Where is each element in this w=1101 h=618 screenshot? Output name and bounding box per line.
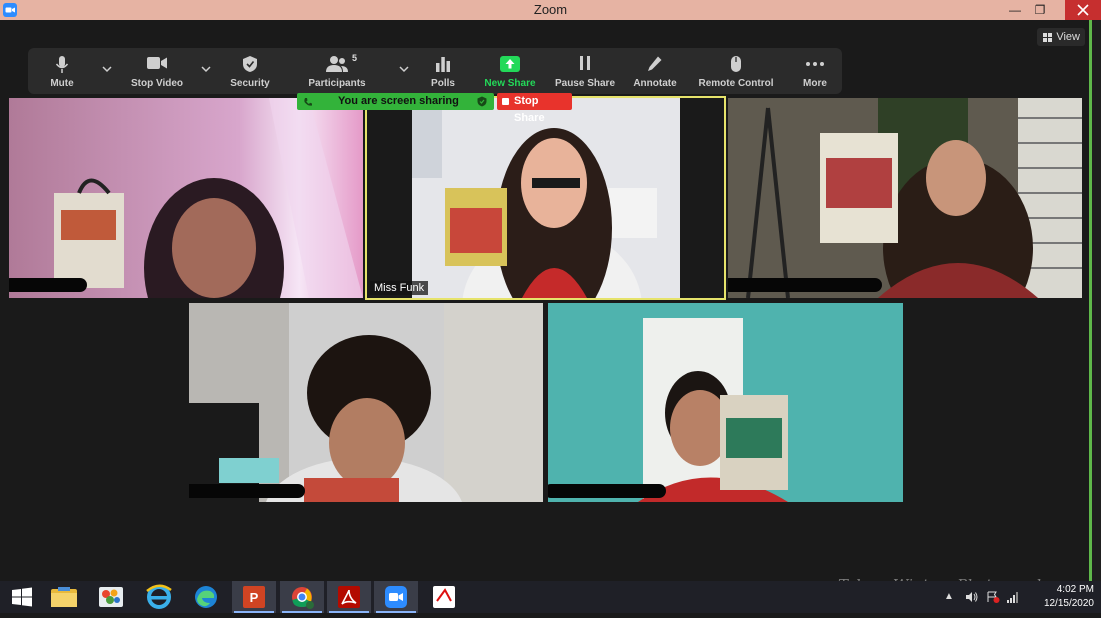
view-button[interactable]: View [1037, 28, 1085, 46]
stop-video-button[interactable]: Stop Video [122, 48, 192, 94]
chrome-icon [292, 587, 314, 609]
participant-video-tile[interactable] [728, 98, 1082, 298]
svg-text:P: P [250, 590, 259, 605]
stop-icon [502, 98, 509, 105]
redacted-name [728, 278, 882, 292]
network-signal-icon[interactable] [1006, 591, 1018, 606]
pencil-icon [648, 56, 662, 71]
meeting-toolbar: Mute Stop Video Security Participants 5 … [28, 48, 842, 94]
window-title: Zoom [533, 2, 568, 17]
share-screen-icon [500, 56, 520, 72]
mouse-icon [731, 56, 741, 72]
stop-share-button[interactable]: Stop Share [497, 93, 572, 124]
shield-icon [243, 56, 257, 72]
restore-button[interactable]: ❐ [1028, 0, 1052, 20]
redacted-name [9, 278, 87, 292]
close-icon [1077, 4, 1089, 16]
participant-video-tile[interactable] [189, 303, 543, 502]
new-share-button[interactable]: New Share [480, 48, 540, 94]
taskbar-clock[interactable]: 4:02 PM 12/15/2020 [1028, 583, 1094, 611]
polls-button[interactable]: Polls [420, 48, 466, 94]
phone-icon [304, 98, 312, 106]
taskbar-generic-app[interactable] [422, 581, 466, 613]
annotate-button[interactable]: Annotate [628, 48, 682, 94]
share-border-edge [1089, 20, 1101, 581]
video-feed [189, 303, 543, 502]
video-feed [728, 98, 1082, 298]
clock-time: 4:02 PM [1056, 584, 1094, 595]
taskbar-internet-explorer[interactable] [137, 581, 181, 613]
video-feed [412, 98, 680, 298]
taskbar-edge[interactable] [184, 581, 228, 613]
powerpoint-icon: P [243, 586, 265, 608]
shield-check-icon [477, 96, 487, 107]
participants-button[interactable]: Participants [302, 48, 372, 94]
taskbar-paint[interactable] [89, 581, 133, 613]
paint-palette-icon [99, 587, 123, 607]
window-title-bar: Zoom — ❐ [0, 0, 1101, 20]
volume-icon[interactable] [965, 591, 979, 606]
windows-start-button[interactable] [0, 581, 44, 613]
folder-icon [51, 587, 77, 607]
clock-date: 12/15/2020 [1043, 598, 1094, 609]
show-hidden-icons-chevron-icon[interactable]: ▲ [944, 591, 954, 602]
screen-sharing-banner[interactable]: You are screen sharing [297, 93, 494, 110]
video-camera-icon [147, 57, 167, 69]
acrobat-icon [338, 586, 360, 608]
video-feed [9, 98, 363, 298]
taskbar-powerpoint[interactable]: P [232, 581, 276, 613]
participant-video-tile[interactable] [9, 98, 363, 298]
windows-taskbar: P [0, 581, 1101, 613]
microphone-icon [55, 56, 69, 73]
zoom-icon [385, 586, 407, 608]
participants-icon [326, 56, 348, 72]
taskbar-chrome[interactable] [280, 581, 324, 613]
edge-browser-icon [195, 586, 217, 608]
taskbar-acrobat[interactable] [327, 581, 371, 613]
participants-count-badge: 5 [352, 53, 358, 63]
internet-explorer-icon [146, 584, 172, 609]
taskbar-file-explorer[interactable] [42, 581, 86, 613]
app-icon [433, 586, 455, 608]
video-options-chevron-icon[interactable] [199, 62, 213, 76]
audio-options-chevron-icon[interactable] [100, 62, 114, 76]
more-button[interactable]: More [794, 48, 836, 94]
mute-button[interactable]: Mute [34, 48, 90, 94]
minimize-button[interactable]: — [1003, 0, 1027, 20]
close-button[interactable] [1065, 0, 1101, 20]
more-dots-icon [806, 62, 824, 66]
pause-icon [580, 56, 590, 70]
security-button[interactable]: Security [222, 48, 278, 94]
taskbar-zoom[interactable] [374, 581, 418, 613]
participant-video-tile[interactable] [548, 303, 903, 502]
grid-view-icon [1043, 33, 1052, 42]
remote-control-button[interactable]: Remote Control [696, 48, 776, 94]
flag-notification-icon[interactable] [986, 591, 1000, 606]
redacted-name [189, 484, 305, 498]
video-feed [548, 303, 903, 502]
participants-options-chevron-icon[interactable] [397, 62, 411, 76]
polls-icon [436, 57, 450, 72]
windows-logo-icon [12, 587, 32, 607]
screen-sharing-status: You are screen sharing [338, 95, 459, 107]
pause-share-button[interactable]: Pause Share [552, 48, 618, 94]
participant-name-label: Miss Funk [370, 281, 429, 295]
view-label: View [1056, 31, 1080, 43]
redacted-name [548, 484, 666, 498]
